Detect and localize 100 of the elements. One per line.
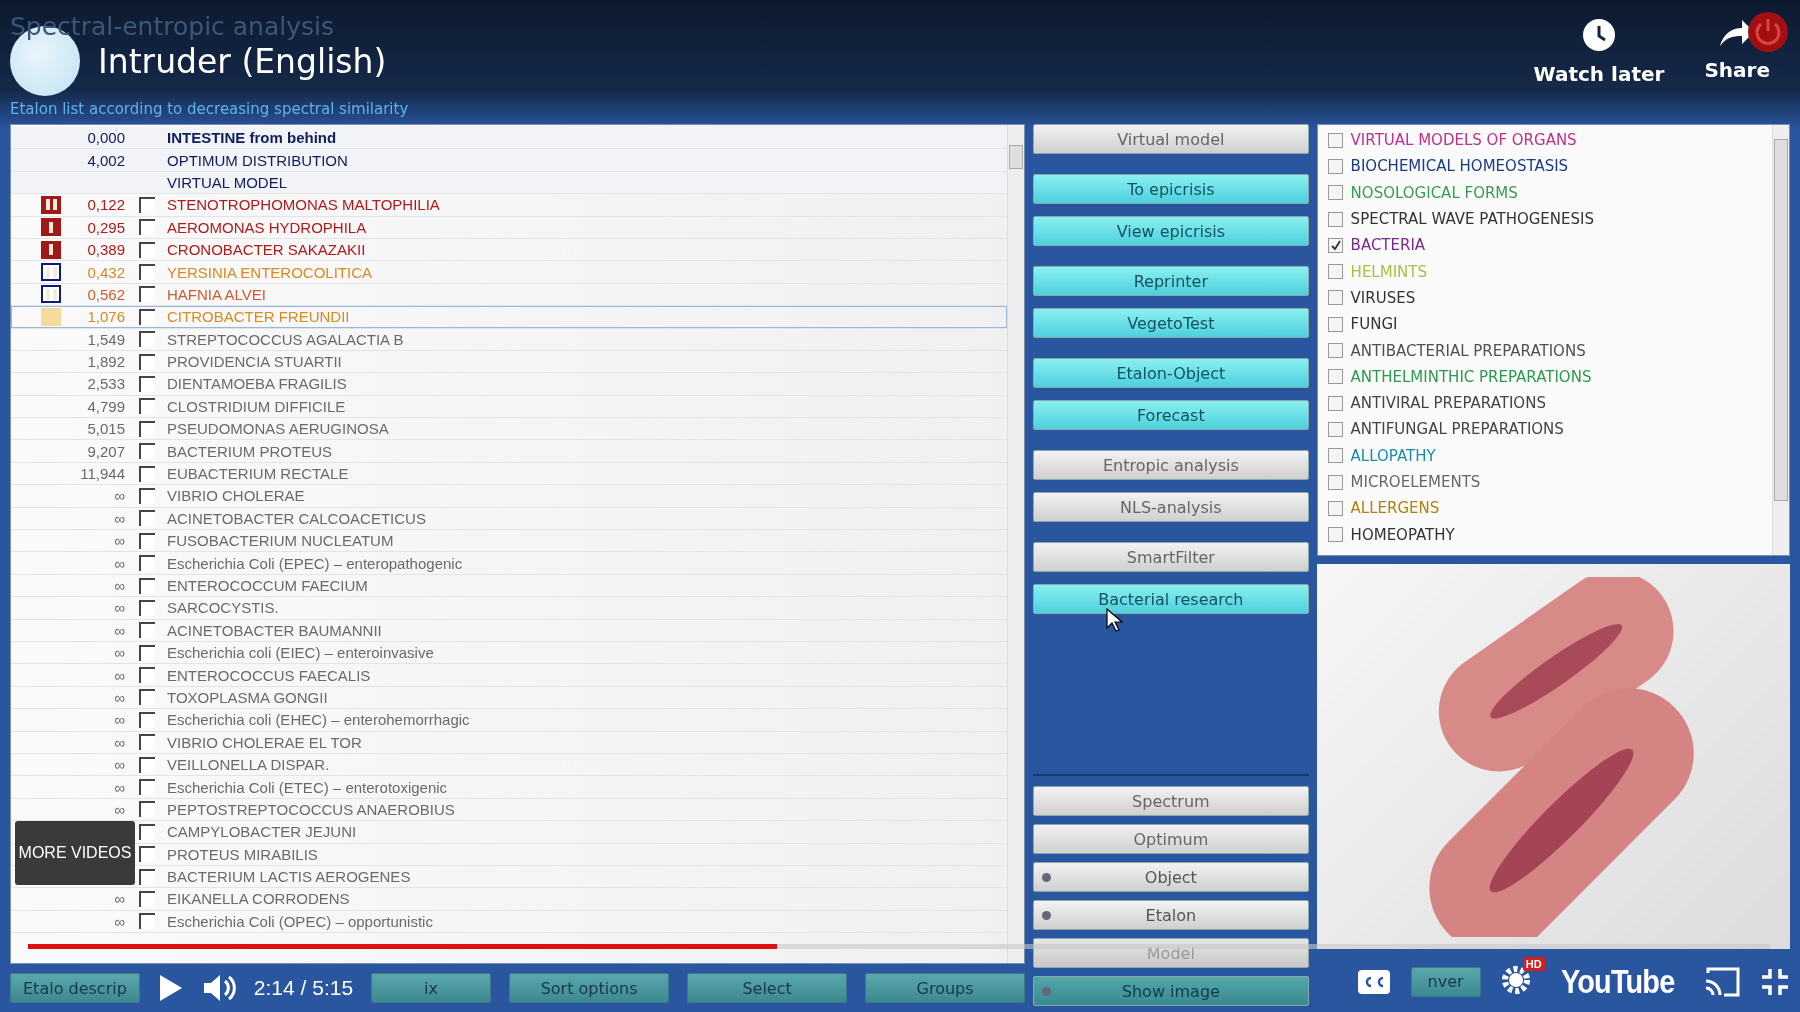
row-checkbox[interactable] — [139, 331, 155, 348]
category-item[interactable]: ANTIFUNGAL PREPARATIONS — [1327, 416, 1762, 443]
view-button[interactable]: Object — [1033, 862, 1309, 892]
row-checkbox[interactable] — [139, 555, 155, 572]
view-button[interactable]: Spectrum — [1033, 786, 1309, 816]
checkbox[interactable] — [1327, 185, 1343, 201]
table-row[interactable]: 0,562 HAFNIA ALVEI — [11, 283, 1008, 307]
table-row[interactable]: 5,015 PSEUDOMONAS AERUGINOSA — [11, 418, 1008, 441]
table-row[interactable]: 0,389 CRONOBACTER SAKAZAKII — [11, 238, 1008, 262]
row-checkbox[interactable] — [139, 599, 155, 616]
footer-button[interactable]: Sort options — [509, 973, 670, 1003]
category-item[interactable]: BIOCHEMICAL HOMEOSTASIS — [1327, 153, 1762, 180]
row-checkbox[interactable] — [139, 196, 155, 213]
category-item[interactable]: SPECTRAL WAVE PATHOGENESIS — [1327, 205, 1762, 233]
action-button[interactable]: SmartFilter — [1033, 542, 1309, 572]
table-row[interactable]: ∞ ENTEROCOCCUS FAECALIS — [11, 664, 1008, 687]
row-checkbox[interactable] — [139, 264, 155, 281]
row-checkbox[interactable] — [139, 420, 155, 437]
checkbox[interactable] — [1327, 290, 1343, 306]
footer-button[interactable]: ix — [371, 973, 492, 1003]
category-item[interactable]: BACTERIA — [1327, 232, 1762, 259]
category-item[interactable]: ANTHELMINTHIC PREPARATIONS — [1327, 363, 1762, 390]
video-title[interactable]: Intruder (English) — [98, 41, 387, 81]
row-checkbox[interactable] — [139, 308, 155, 325]
checkbox[interactable] — [1327, 500, 1343, 516]
category-item[interactable]: ALLOPATHY — [1327, 442, 1762, 469]
checkbox[interactable] — [1327, 237, 1343, 253]
row-checkbox[interactable] — [139, 868, 155, 885]
table-row[interactable]: ∞ PEPTOSTREPTOCOCCUS ANAEROBIUS — [11, 798, 1008, 822]
footer-button[interactable]: Select — [687, 973, 848, 1003]
category-item[interactable]: ANTIBACTERIAL PREPARATIONS — [1327, 337, 1762, 364]
view-button[interactable]: Show image — [1033, 976, 1309, 1006]
row-checkbox[interactable] — [139, 376, 155, 392]
table-row[interactable]: 1,549 STREPTOCOCCUS AGALACTIA B — [11, 328, 1008, 351]
category-item[interactable]: VIRTUAL MODELS OF ORGANS — [1327, 127, 1762, 154]
view-button[interactable]: Etalon — [1033, 900, 1309, 930]
view-button[interactable]: Optimum — [1033, 824, 1309, 854]
category-item[interactable]: HOMEOPATHY — [1327, 521, 1762, 548]
table-row[interactable]: 11,944 EUBACTERIUM RECTALE — [11, 462, 1008, 486]
checkbox[interactable] — [1327, 448, 1343, 464]
action-button[interactable]: VegetoTest — [1033, 308, 1309, 338]
action-button[interactable]: Reprinter — [1033, 266, 1309, 296]
row-checkbox[interactable] — [139, 734, 155, 751]
table-row[interactable]: ∞ TOXOPLASMA GONGII — [11, 686, 1008, 710]
volume-icon[interactable] — [201, 973, 236, 1003]
footer-button[interactable]: Groups — [865, 973, 1026, 1003]
row-checkbox[interactable] — [139, 890, 155, 907]
row-checkbox[interactable] — [139, 286, 155, 303]
table-row[interactable]: ∞ Escherichia Coli (EPEC) – enteropathogenic — [11, 552, 1008, 575]
checkbox[interactable] — [1327, 158, 1343, 174]
row-checkbox[interactable] — [139, 398, 155, 415]
action-button[interactable]: View epicrisis — [1033, 216, 1309, 246]
checkbox[interactable] — [1327, 211, 1343, 227]
cast-icon[interactable] — [1704, 966, 1740, 997]
table-row[interactable]: VIRTUAL MODEL — [11, 171, 1008, 195]
row-checkbox[interactable] — [139, 644, 155, 661]
scrollbar[interactable] — [1007, 125, 1025, 963]
row-checkbox[interactable] — [139, 532, 155, 549]
table-row[interactable]: 0,295 AEROMONAS HYDROPHILA — [11, 216, 1008, 239]
row-checkbox[interactable] — [139, 443, 155, 460]
row-checkbox[interactable] — [139, 711, 155, 728]
checkbox[interactable] — [1327, 474, 1343, 490]
table-row[interactable]: ∞ ACINETOBACTER BAUMANNII — [11, 619, 1008, 642]
action-button[interactable]: Entropic analysis — [1033, 450, 1309, 480]
brand-logo[interactable]: YouTube — [1560, 962, 1674, 1001]
row-checkbox[interactable] — [139, 823, 155, 840]
table-row[interactable]: ∞ ENTEROCOCCUM FAECIUM — [11, 574, 1008, 598]
category-item[interactable]: MICROELEMENTS — [1327, 468, 1762, 496]
row-checkbox[interactable] — [139, 487, 155, 504]
table-row[interactable]: 4,799 CLOSTRIDIUM DIFFICILE — [11, 395, 1008, 419]
row-checkbox[interactable] — [139, 801, 155, 818]
row-checkbox[interactable] — [139, 846, 155, 863]
captions-icon[interactable] — [1356, 968, 1391, 995]
row-checkbox[interactable] — [139, 913, 155, 930]
action-button[interactable]: Forecast — [1033, 400, 1309, 430]
row-checkbox[interactable] — [139, 577, 155, 594]
table-row[interactable]: 1,892 PROVIDENCIA STUARTII — [11, 350, 1008, 374]
table-row[interactable]: ∞ FUSOBACTERIUM NUCLEATUM — [11, 530, 1008, 553]
table-row[interactable]: 0,122 STENOTROPHOMONAS MALTOPHILIA — [11, 194, 1008, 217]
checkbox[interactable] — [1327, 395, 1343, 411]
exit-fullscreen-icon[interactable] — [1760, 966, 1790, 997]
action-button[interactable]: Bacterial research — [1033, 584, 1309, 614]
category-item[interactable]: NOSOLOGICAL FORMS — [1327, 179, 1762, 206]
table-row[interactable]: 4,002 OPTIMUM DISTRIBUTION — [11, 149, 1008, 172]
table-row[interactable]: 2,533 DIENTAMOEBA FRAGILIS — [11, 373, 1008, 396]
action-button[interactable]: To epicrisis — [1033, 174, 1309, 204]
table-row[interactable]: ∞ EIKANELLA CORRODENS — [11, 888, 1008, 911]
table-row[interactable]: 0,000 INTESTINE from behind — [11, 127, 1008, 150]
checkbox[interactable] — [1327, 316, 1343, 332]
action-label[interactable]: Share — [1704, 58, 1770, 82]
action-button[interactable]: Etalon-Object — [1033, 358, 1309, 388]
action-label[interactable]: Watch later — [1533, 62, 1665, 86]
checkbox[interactable] — [1327, 343, 1343, 358]
table-row[interactable]: ∞ VEILLONELLA DISPAR. — [11, 753, 1008, 777]
table-row[interactable]: ∞ VIBRIO CHOLERAE — [11, 485, 1008, 508]
category-item[interactable]: VIRUSES — [1327, 284, 1762, 312]
checkbox[interactable] — [1327, 527, 1343, 543]
checkbox[interactable] — [1327, 369, 1343, 385]
checkbox[interactable] — [1327, 132, 1343, 148]
row-checkbox[interactable] — [139, 756, 155, 773]
